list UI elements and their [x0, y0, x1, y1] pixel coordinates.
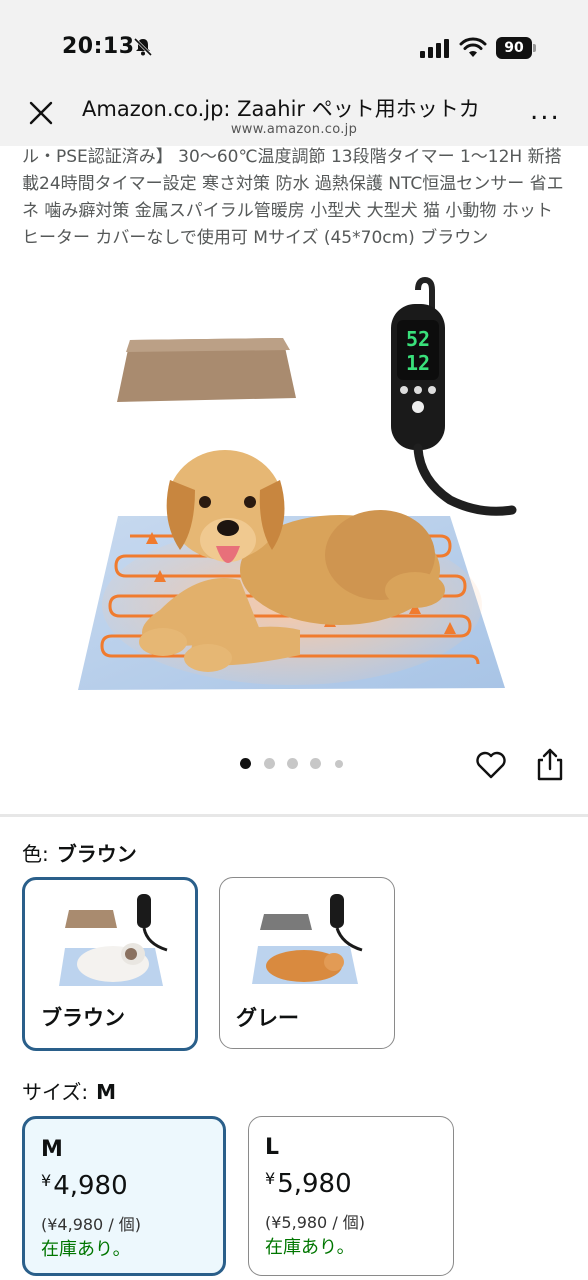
- size-label: サイズ:: [22, 1080, 89, 1104]
- carousel-dot[interactable]: [287, 758, 298, 769]
- share-icon[interactable]: [534, 746, 566, 782]
- stock-status: 在庫あり。: [265, 1237, 355, 1258]
- controller-illustration: 52 12: [391, 276, 517, 516]
- stock-status: 在庫あり。: [41, 1239, 131, 1260]
- carousel-dot[interactable]: [264, 758, 275, 769]
- size-option-price: ¥5,980: [265, 1169, 352, 1199]
- gray-swatch-thumbnail: [252, 894, 363, 984]
- color-label: 色:: [22, 842, 49, 866]
- color-label-row: 色: ブラウン: [22, 838, 137, 867]
- size-option-m[interactable]: M ¥4,980 (¥4,980 / 個) 在庫あり。: [22, 1116, 226, 1276]
- section-divider: [0, 814, 588, 817]
- size-option-price: ¥4,980: [41, 1171, 128, 1201]
- image-carousel-dots[interactable]: [240, 758, 360, 770]
- product-image[interactable]: 52 12: [0, 270, 588, 740]
- size-option-l[interactable]: L ¥5,980 (¥5,980 / 個) 在庫あり。: [248, 1116, 454, 1276]
- size-option-name: L: [265, 1135, 280, 1160]
- page-title: Amazon.co.jp: Zaahir ペット用ホットカ: [82, 97, 480, 121]
- brown-swatch-thumbnail: [59, 894, 168, 986]
- color-option-gray[interactable]: グレー: [219, 877, 395, 1049]
- product-description: ル・PSE認証済み】 30〜60℃温度調節 13段階タイマー 1〜12H 新搭載…: [22, 147, 564, 248]
- wifi-icon: [459, 37, 487, 57]
- status-time: 20:13: [62, 34, 135, 59]
- carousel-dot[interactable]: [335, 760, 343, 768]
- color-option-brown[interactable]: ブラウン: [22, 877, 198, 1051]
- battery-level: 90: [496, 37, 532, 59]
- heart-icon[interactable]: [474, 748, 508, 782]
- more-options-button[interactable]: ...: [530, 98, 564, 124]
- color-selected-value: ブラウン: [56, 842, 137, 866]
- size-option-name: M: [41, 1137, 63, 1162]
- svg-text:52: 52: [406, 327, 430, 351]
- color-option-name: ブラウン: [41, 1006, 125, 1030]
- svg-text:12: 12: [406, 351, 430, 375]
- cellular-signal-icon: [420, 39, 449, 58]
- battery-indicator: 90: [496, 37, 538, 59]
- carousel-dot[interactable]: [240, 758, 251, 769]
- carousel-dot[interactable]: [310, 758, 321, 769]
- browser-header: 20:13 90 Amazon.co.jp: Zaahir ペット用ホットカ w…: [0, 0, 588, 146]
- size-label-row: サイズ: M: [22, 1076, 116, 1105]
- page-url: www.amazon.co.jp: [230, 122, 358, 137]
- size-option-unit-price: (¥4,980 / 個): [41, 1215, 142, 1234]
- size-selected-value: M: [96, 1080, 117, 1104]
- size-option-unit-price: (¥5,980 / 個): [265, 1213, 366, 1232]
- bell-slash-icon: [133, 37, 153, 57]
- color-option-name: グレー: [236, 1006, 299, 1030]
